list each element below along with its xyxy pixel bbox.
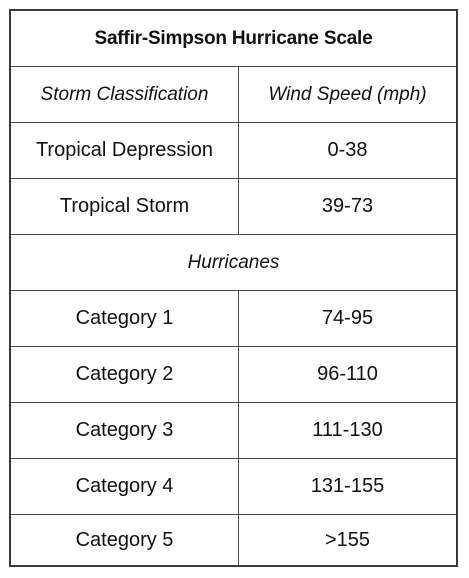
table-row: Category 3 111-130 <box>11 403 456 459</box>
wind-speed-cell: 39-73 <box>321 195 374 217</box>
table-title: Saffir-Simpson Hurricane Scale <box>11 11 456 66</box>
classification-cell: Category 1 <box>11 291 239 346</box>
section-row: Hurricanes <box>11 235 456 291</box>
wind-speed-cell: 74-95 <box>321 307 374 329</box>
classification-cell: Category 3 <box>11 403 239 458</box>
header-classification-text: Storm Classification <box>40 83 209 105</box>
section-label: Hurricanes <box>11 235 456 290</box>
table-row: Category 1 74-95 <box>11 291 456 347</box>
header-classification: Storm Classification <box>11 67 239 122</box>
section-label-text: Hurricanes <box>187 251 280 273</box>
table-row: Category 4 131-155 <box>11 459 456 515</box>
wind-speed-cell: >155 <box>324 528 371 551</box>
table-row: Category 5 >155 <box>11 515 456 565</box>
table-row: Tropical Storm 39-73 <box>11 179 456 235</box>
classification-cell: Category 2 <box>11 347 239 402</box>
wind-speed-cell: 96-110 <box>317 363 378 385</box>
classification-cell: Tropical Depression <box>11 123 239 178</box>
classification-cell: Category 4 <box>11 459 239 514</box>
wind-speed-cell: 0-38 <box>327 139 368 161</box>
table-title-text: Saffir-Simpson Hurricane Scale <box>94 27 373 49</box>
hurricane-scale-table: Saffir-Simpson Hurricane Scale Storm Cla… <box>9 9 458 567</box>
wind-speed-cell: 111-130 <box>312 419 383 441</box>
table-header-row: Storm Classification Wind Speed (mph) <box>11 67 456 123</box>
table-title-row: Saffir-Simpson Hurricane Scale <box>11 11 456 67</box>
table-row: Tropical Depression 0-38 <box>11 123 456 179</box>
table-row: Category 2 96-110 <box>11 347 456 403</box>
wind-speed-cell: 131-155 <box>310 475 385 497</box>
classification-cell: Tropical Storm <box>11 179 239 234</box>
classification-cell: Category 5 <box>11 515 239 565</box>
header-wind-speed-text: Wind Speed (mph) <box>268 83 427 105</box>
header-wind-speed: Wind Speed (mph) <box>239 67 456 122</box>
